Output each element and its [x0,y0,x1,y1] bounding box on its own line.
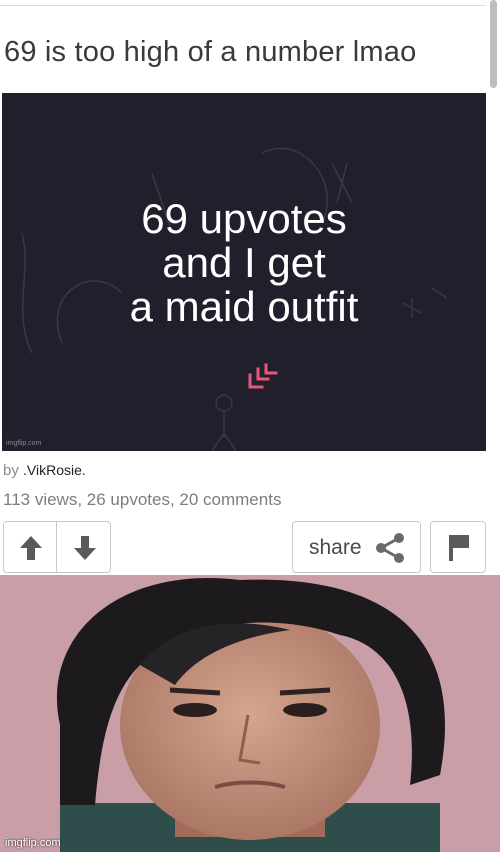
byline: by .VikRosie. [3,462,86,479]
caption-line: 69 upvotes [141,195,347,242]
man-portrait-photo [0,575,500,852]
image-watermark: imgflip.com [5,837,61,849]
post-image[interactable]: 69 upvotes and I get a maid outfit imgfl… [2,93,486,451]
username-link[interactable]: .VikRosie. [23,462,86,478]
downvote-button[interactable] [56,521,111,573]
share-icon [376,533,404,563]
share-button[interactable]: share [292,521,421,573]
meme-screenshot-panel: 69 is too high of a number lmao 69 upvot… [0,0,500,575]
arrow-down-icon [74,536,96,560]
arrow-up-icon [20,536,42,560]
flag-icon [449,535,469,561]
meme-caption: 69 upvotes and I get a maid outfit [2,197,486,329]
image-watermark: imgflip.com [6,440,42,447]
post-stats: 113 views, 26 upvotes, 20 comments [3,490,282,509]
top-divider [0,5,486,6]
post-title: 69 is too high of a number lmao [4,36,417,68]
scrollbar[interactable] [490,0,497,88]
by-label: by [3,462,19,479]
caption-line: and I get [162,239,326,286]
reaction-image: imgflip.com [0,575,500,852]
upvote-button[interactable] [3,521,57,573]
caption-line: a maid outfit [129,283,359,330]
flag-button[interactable] [430,521,486,573]
share-label: share [309,536,362,559]
down-left-arrows-icon [248,363,278,389]
